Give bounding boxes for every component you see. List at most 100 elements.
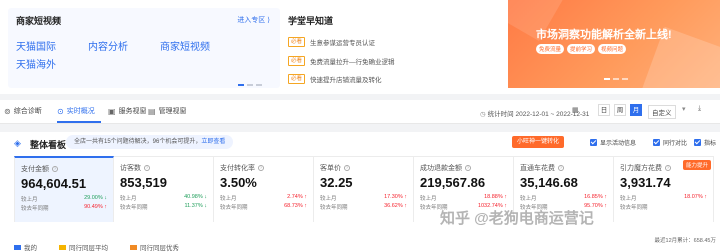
metric-card[interactable]: 支付金额? 964,604.51 较上月 29.00% ↓ 较去年同期 90.49% ↑ (14, 156, 114, 222)
compare-percent-value: 18.88% (484, 194, 503, 200)
chart-legend: 我的 同行同层平均 同行同层优秀 (14, 242, 179, 252)
compare-percent-value: 16.85% (584, 194, 603, 200)
chevron-down-icon[interactable]: ▾ (682, 105, 686, 113)
metric-value: 219,567.86 (420, 175, 486, 190)
metric-compare-row: 较上月 40.98% ↓ (120, 194, 207, 202)
compare-percent: 16.85% ↑ (584, 194, 607, 202)
metric-compare-row: 较去年同期 36.62% ↑ (320, 203, 407, 211)
learning-item[interactable]: 必看 快速提升店铺流量及转化 (288, 74, 382, 84)
metric-label: 访客数? (120, 163, 207, 173)
compare-percent: 2.74% ↑ (287, 194, 307, 202)
metric-card[interactable]: 客单价? 32.25 较上月 17.30% ↑ 较去年同期 36.62% ↑ (314, 156, 414, 222)
download-icon[interactable]: ⤓ (698, 105, 701, 113)
compare-percent: 90.49% ↑ (84, 204, 107, 212)
help-icon[interactable]: ? (144, 165, 150, 171)
overview-title: 整体看板 (30, 140, 67, 150)
metric-compare-row: 较去年同期 90.49% ↑ (21, 204, 107, 212)
metric-compare-row: 较上月 18.07% ↑ (620, 194, 707, 202)
metric-badge: 能力提升 (682, 160, 711, 170)
legend-label: 同行同层平均 (69, 245, 108, 252)
peer-compare-checkbox[interactable]: 同行对比 (653, 138, 687, 147)
metric-compare-row: 较上月 18.88% ↑ (420, 194, 507, 202)
period-week-button[interactable]: 周 (614, 104, 626, 116)
tab-management-view[interactable]: ▤ 管理视窗 (148, 106, 187, 116)
video-link-content-analysis[interactable]: 内容分析 (88, 38, 128, 53)
notice-text: 全店一共有15个问题待解决，96个机会可提升， (74, 139, 202, 145)
compare-label: 较上月 (520, 196, 537, 202)
help-icon[interactable]: ? (665, 165, 671, 171)
metric-card[interactable]: 支付转化率? 3.50% 较上月 2.74% ↑ 较去年同期 68.73% ↑ (214, 156, 314, 222)
view-now-link[interactable]: 立即查看 (201, 139, 225, 145)
compare-percent-value: 11.37% (184, 203, 203, 209)
checkbox-label: 同行对比 (663, 141, 688, 147)
metric-card[interactable]: 访客数? 853,519 较上月 40.98% ↓ 较去年同期 11.37% ↓ (114, 156, 214, 222)
video-link-merchant-video[interactable]: 商家短视频 (160, 38, 210, 53)
metric-cards: 支付金额? 964,604.51 较上月 29.00% ↓ 较去年同期 90.49% ↑ 访… (14, 156, 720, 222)
metric-value: 853,519 (120, 175, 167, 190)
help-icon[interactable]: ? (465, 165, 471, 171)
metric-compare-row: 较上月 17.30% ↑ (320, 194, 407, 202)
metric-label-text: 访客数 (120, 165, 141, 172)
promo-banner[interactable]: 市场洞察功能解析全新上线! 免费流量 提前学习 视频问题 (508, 0, 720, 88)
period-day-button[interactable]: 日 (598, 104, 610, 116)
metric-compare-row: 较去年同期 (620, 203, 707, 211)
metric-compare-row: 较上月 16.85% ↑ (520, 194, 607, 202)
compare-percent: 18.88% ↑ (484, 194, 507, 202)
legend-swatch (130, 244, 137, 250)
period-month-button[interactable]: 月 (630, 104, 642, 116)
cumulative-total: 最近12月累计：658.45万 (654, 238, 716, 244)
management-icon: ▤ (148, 106, 156, 116)
compare-label: 较上月 (320, 196, 337, 202)
legend-item[interactable]: 我的 (14, 242, 37, 252)
compare-label: 较去年同期 (620, 205, 648, 211)
metric-label-text: 成功退款金额 (420, 165, 462, 172)
watermark: 知乎 @老狗电商运营记 (440, 210, 594, 227)
legend-item[interactable]: 同行同层平均 (59, 242, 108, 252)
learning-item[interactable]: 必看 生意参谋运营专员认证 (288, 37, 375, 47)
tab-label: 实时概况 (66, 108, 95, 115)
tab-overall-diagnosis[interactable]: ⊚ 综合诊断 (4, 106, 42, 116)
issue-notice: 全店一共有15个问题待解决，96个机会可提升，立即查看 (66, 135, 234, 149)
compare-percent-value: 2.74% (287, 194, 303, 200)
calendar-icon[interactable]: ▦ (572, 106, 579, 114)
compare-percent-value: 90.49% (84, 204, 103, 210)
custom-period-select[interactable]: 自定义 (648, 105, 676, 119)
compare-label: 较去年同期 (120, 205, 148, 211)
video-link-tmall-global[interactable]: 天猫国际 (16, 38, 56, 53)
banner-chips: 免费流量 提前学习 视频问题 (536, 44, 627, 54)
metric-compare-row: 较去年同期 68.73% ↑ (220, 203, 307, 211)
checkbox-checked (590, 139, 597, 146)
checkbox-label: 指标 (704, 141, 717, 147)
metric-compare-row: 较去年同期 11.37% ↓ (120, 203, 207, 211)
legend-item[interactable]: 同行同层优秀 (130, 242, 179, 252)
enter-zone-link[interactable]: 进入专区 ⟩ (237, 15, 270, 25)
compare-percent: 17.30% ↑ (384, 194, 407, 202)
metrics-checkbox[interactable]: 指标 (694, 138, 716, 147)
service-icon: ▣ (108, 106, 116, 116)
compare-label: 较上月 (120, 196, 137, 202)
dashboard-icon: ◈ (14, 138, 21, 148)
show-activity-checkbox[interactable]: 显示活动信息 (590, 138, 636, 147)
help-icon[interactable]: ? (52, 166, 58, 172)
tab-realtime-overview[interactable]: ⊙ 实时概况 (57, 106, 95, 116)
tab-label: 管理视窗 (158, 108, 187, 115)
video-link-tmall-overseas[interactable]: 天猫海外 (16, 56, 56, 71)
carousel-dots[interactable] (238, 84, 262, 86)
banner-carousel-dots[interactable] (604, 78, 628, 80)
arrow-up-icon: ↑ (304, 203, 307, 209)
help-icon[interactable]: ? (344, 165, 350, 171)
compare-percent-value: 40.98% (184, 194, 203, 200)
help-icon[interactable]: ? (558, 165, 564, 171)
learning-item[interactable]: 必看 免费流量拉升—行免确业逻辑 (288, 56, 395, 66)
tab-service-view[interactable]: ▣ 服务视窗 (108, 106, 147, 116)
checkbox-checked (653, 139, 660, 146)
metric-card[interactable]: 引力魔方花费? 能力提升 3,931.74 较上月 18.07% ↑ 较去年同期 (614, 156, 714, 222)
arrow-up-icon: ↑ (104, 204, 107, 210)
arrow-up-icon: ↑ (604, 203, 607, 209)
metric-label: 支付转化率? (220, 163, 307, 173)
arrow-down-icon: ↓ (204, 203, 207, 209)
compare-percent: 40.98% ↓ (184, 194, 207, 202)
wangwang-convert-button[interactable]: 小旺神一键转化 (512, 136, 565, 148)
arrow-up-icon: ↑ (304, 194, 307, 200)
help-icon[interactable]: ? (258, 165, 264, 171)
